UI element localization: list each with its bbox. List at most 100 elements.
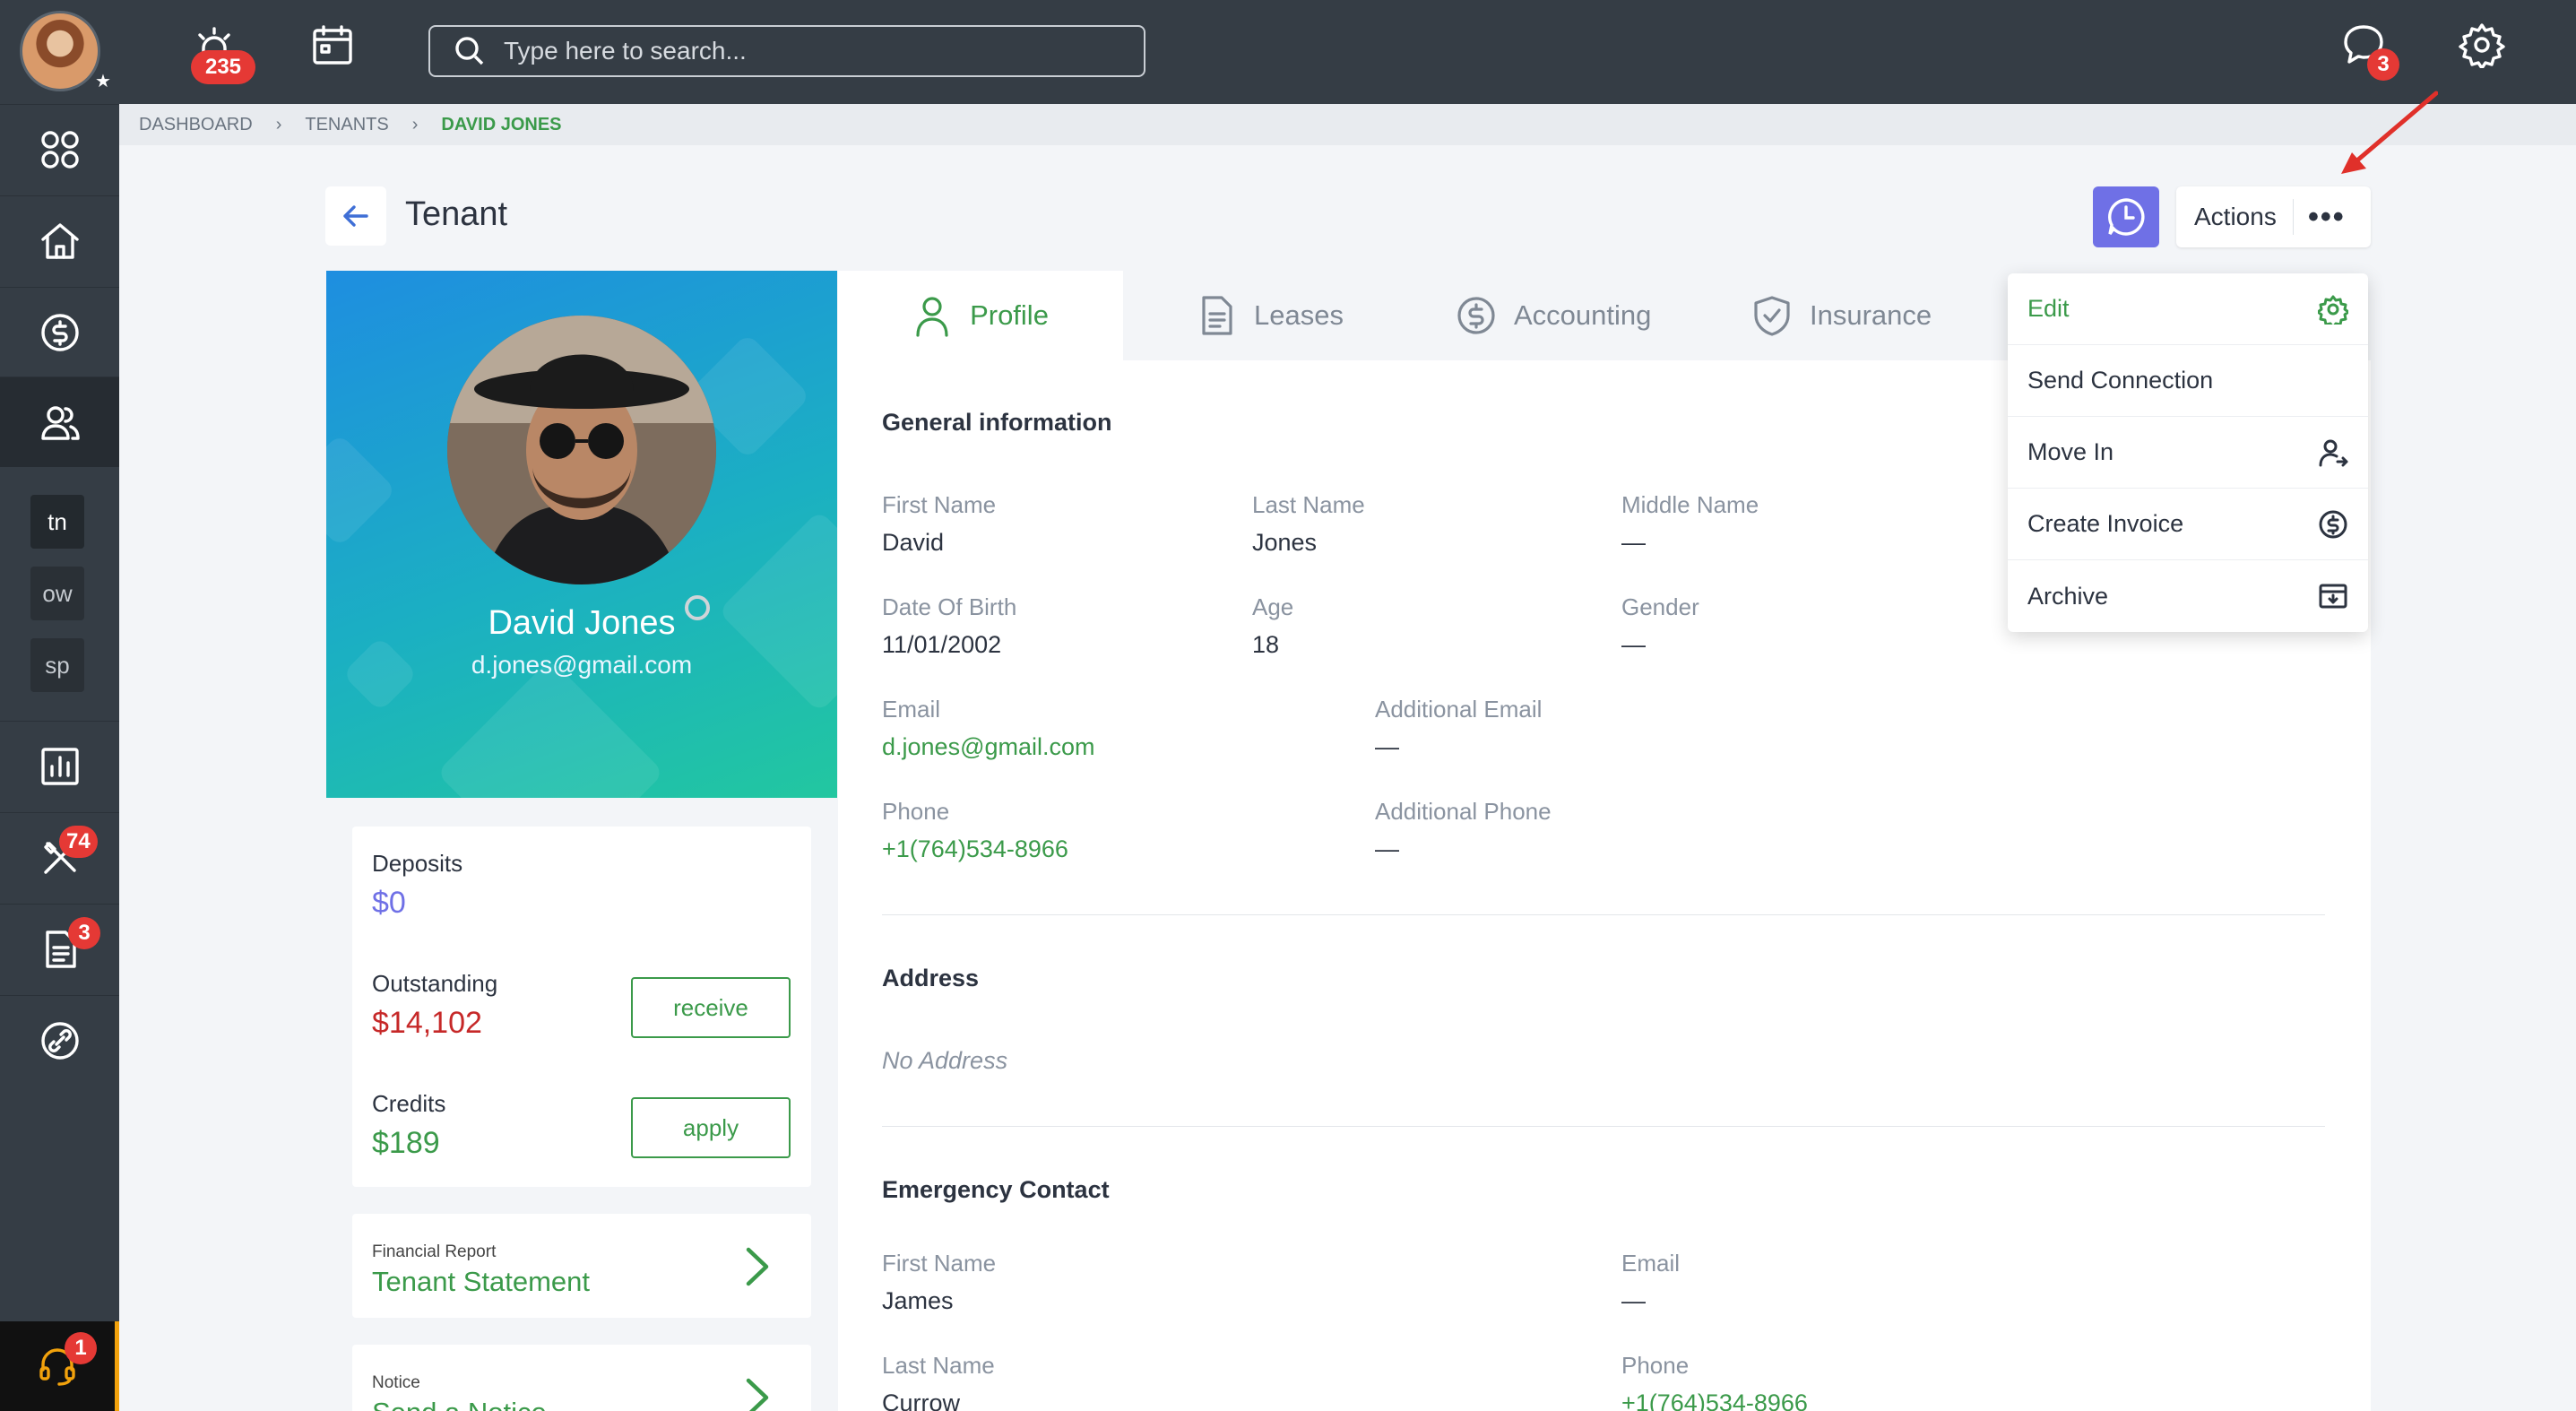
person-arrow-icon [2319,439,2348,466]
apply-button[interactable]: apply [631,1097,791,1158]
first-name-label: First Name [882,491,997,518]
receive-button[interactable]: receive [631,977,791,1038]
more-options-icon[interactable]: ••• [2294,200,2346,235]
pin-icon: ★ [95,72,111,91]
send-notice-link[interactable]: Notice Send a Notice [352,1345,811,1411]
gender-value: — [1621,631,1646,658]
additional-phone-value: — [1375,835,1399,862]
left-sidebar: ★ tn ow sp 74 3 1 [0,0,119,1411]
link-caption: Notice [372,1373,420,1392]
calendar-button[interactable] [309,22,356,73]
sidebar-item-reports[interactable] [0,721,119,811]
sidebar-item-people[interactable] [0,377,119,467]
sidebar-chip-sp[interactable]: sp [30,638,84,692]
tab-label: Insurance [1810,299,1932,331]
chevron-right-icon [746,1247,769,1286]
menu-item-move-in[interactable]: Move In [2008,417,2368,489]
additional-email-value: — [1375,733,1399,760]
help-button[interactable]: 1 [0,1321,119,1411]
messages-button[interactable]: 3 [2340,22,2399,81]
menu-item-create-invoice[interactable]: Create Invoice [2008,489,2368,560]
gear-icon [2459,23,2505,70]
home-icon [40,223,79,259]
outstanding-value: $14,102 [372,1006,482,1040]
phone-label: Phone [882,798,950,825]
menu-item-archive[interactable]: Archive [2008,560,2368,632]
emergency-email-value: — [1621,1287,1646,1314]
actions-button[interactable]: Actions ••• [2176,186,2371,247]
archive-icon [2319,584,2347,609]
section-title-address: Address [882,965,980,991]
tab-accounting[interactable]: Accounting [1457,271,1651,360]
tab-label: Accounting [1514,299,1652,331]
help-badge: 1 [65,1332,97,1364]
profile-card: David Jones d.jones@gmail.com [326,271,837,798]
menu-item-send-connection[interactable]: Send Connection [2008,345,2368,417]
sidebar-item-apps[interactable] [0,104,119,195]
search-input[interactable] [504,37,1131,65]
chevron-right-icon [746,1378,769,1411]
shield-icon [1754,296,1790,336]
outstanding-label: Outstanding [372,970,498,997]
chevron-right-icon: › [411,114,419,134]
tenant-statement-link[interactable]: Financial Report Tenant Statement [352,1214,811,1318]
document-icon [1202,296,1232,335]
sidebar-chip-ow[interactable]: ow [30,567,84,620]
settings-button[interactable] [2459,22,2505,73]
link-title: Send a Notice [372,1397,547,1411]
tenant-email[interactable]: d.jones@gmail.com [326,651,837,680]
gender-label: Gender [1621,593,1699,620]
breadcrumb-dashboard[interactable]: DASHBOARD [139,115,253,135]
emergency-email-label: Email [1621,1250,1681,1277]
search-box[interactable] [428,25,1145,77]
menu-item-label: Send Connection [2027,367,2214,394]
additional-email-label: Additional Email [1375,696,1543,723]
tab-leases[interactable]: Leases [1197,271,1344,360]
dob-label: Date Of Birth [882,593,1017,620]
breadcrumb-tenants[interactable]: TENANTS [305,115,388,135]
emergency-phone-label: Phone [1621,1352,1690,1379]
tab-label: Profile [970,299,1049,331]
additional-phone-label: Additional Phone [1375,798,1552,825]
back-button[interactable] [325,186,386,246]
age-value: 18 [1252,631,1280,658]
tab-insurance[interactable]: Insurance [1752,271,1932,360]
age-label: Age [1252,593,1294,620]
people-icon [40,406,80,440]
annotation-arrow-icon [2341,91,2438,174]
messages-badge: 3 [2367,48,2399,81]
documents-badge: 3 [68,917,100,949]
person-icon [916,297,948,337]
sidebar-item-maintenance[interactable]: 74 [0,812,119,903]
user-avatar[interactable] [20,11,100,91]
menu-item-edit[interactable]: Edit [2008,273,2368,345]
dollar-circle-icon [1457,297,1495,334]
top-bar: 235 3 [119,0,2576,104]
link-caption: Financial Report [372,1242,497,1261]
tab-label: Leases [1254,299,1344,331]
sidebar-item-documents[interactable]: 3 [0,904,119,994]
alerts-badge: 235 [191,50,255,84]
arrow-left-icon [343,205,368,227]
emergency-phone-value[interactable]: +1(764)534-8966 [1621,1389,1808,1411]
deposits-label: Deposits [372,850,463,877]
search-icon [455,37,484,65]
sidebar-item-links[interactable] [0,995,119,1086]
sidebar-chip-tn[interactable]: tn [30,495,84,549]
sidebar-item-accounting[interactable] [0,287,119,377]
history-button[interactable] [2093,186,2159,247]
apps-grid-icon [40,131,79,169]
menu-item-label: Edit [2027,295,2070,322]
link-icon [40,1022,79,1060]
last-name-value: Jones [1252,529,1318,556]
email-value[interactable]: d.jones@gmail.com [882,733,1095,761]
credits-label: Credits [372,1090,446,1117]
calendar-icon [313,25,352,65]
credits-value: $189 [372,1126,440,1160]
tab-profile[interactable]: Profile [838,271,1123,360]
emergency-last-name-value: Currow [882,1389,961,1411]
alerts-button[interactable]: 235 [191,23,255,84]
sidebar-item-home[interactable] [0,195,119,286]
balance-card: Deposits $0 Outstanding $14,102 receive … [352,827,811,1187]
phone-value[interactable]: +1(764)534-8966 [882,835,1068,863]
